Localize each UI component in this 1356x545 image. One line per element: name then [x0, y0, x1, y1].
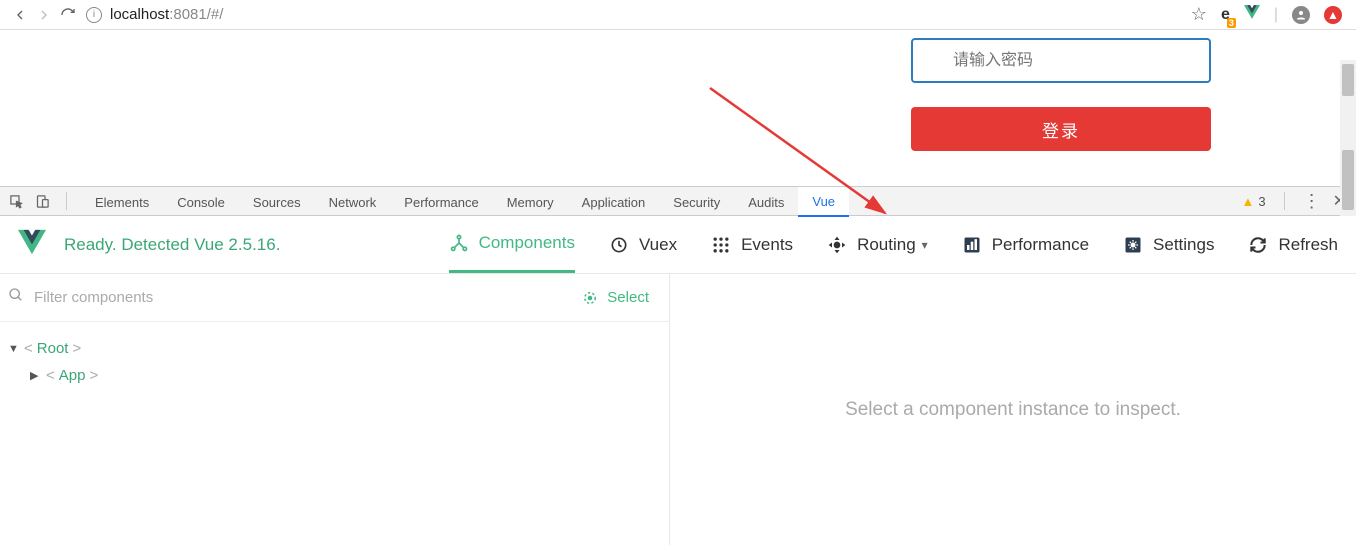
tab-components[interactable]: Components [449, 216, 575, 273]
tree-node-app[interactable]: ▶ <App> [30, 367, 661, 384]
select-component-button[interactable]: Select [581, 289, 661, 307]
address-bar[interactable]: i localhost:8081/#/ [86, 6, 1191, 23]
performance-icon [962, 235, 982, 255]
login-form: 登录 [911, 38, 1211, 151]
profile-avatar-icon[interactable] [1292, 6, 1310, 24]
tree-node-root[interactable]: ▼ <Root> [8, 340, 661, 357]
tab-events[interactable]: Events [711, 216, 793, 273]
tab-routing[interactable]: Routing ▾ [827, 216, 928, 273]
routing-icon [827, 235, 847, 255]
inspector-placeholder: Select a component instance to inspect. [845, 399, 1181, 421]
page-scrollbar[interactable] [1340, 60, 1356, 216]
devtools-more-icon[interactable]: ⋮ [1303, 191, 1321, 212]
bookmark-icon[interactable]: ☆ [1191, 4, 1207, 25]
devtools-tab-vue[interactable]: Vue [798, 187, 849, 217]
component-tree: ▼ <Root> ▶ <App> [0, 322, 669, 412]
url-hash: /#/ [207, 6, 224, 23]
devtools-tab-sources[interactable]: Sources [239, 187, 315, 217]
devtools-tab-network[interactable]: Network [315, 187, 391, 217]
inspect-element-icon[interactable] [8, 193, 24, 209]
disclosure-triangle-icon[interactable]: ▶ [30, 369, 42, 382]
browser-toolbar: i localhost:8081/#/ ☆ e 3 | ▲ [0, 0, 1356, 30]
vuex-icon [609, 235, 629, 255]
devtools-tab-memory[interactable]: Memory [493, 187, 568, 217]
chevron-down-icon: ▾ [922, 238, 928, 252]
login-button[interactable]: 登录 [911, 107, 1211, 151]
disclosure-triangle-icon[interactable]: ▼ [8, 343, 20, 355]
devtools-tabstrip: ElementsConsoleSourcesNetworkPerformance… [0, 186, 1356, 216]
site-info-icon[interactable]: i [86, 7, 102, 23]
devtools-tab-performance[interactable]: Performance [390, 187, 492, 217]
warnings-badge[interactable]: ▲3 [1241, 194, 1265, 209]
tab-vuex[interactable]: Vuex [609, 216, 677, 273]
refresh-icon [1248, 235, 1268, 255]
inspector-panel: Select a component instance to inspect. [670, 274, 1356, 545]
events-icon [711, 235, 731, 255]
vue-logo-icon [18, 228, 46, 261]
device-toolbar-icon[interactable] [34, 193, 50, 209]
devtools-tab-console[interactable]: Console [163, 187, 239, 217]
toolbar-divider: | [1274, 6, 1278, 24]
forward-button[interactable] [32, 3, 56, 27]
search-icon [8, 287, 24, 308]
toolbar-right: ☆ e 3 | ▲ [1191, 4, 1348, 25]
update-icon[interactable]: ▲ [1324, 6, 1342, 24]
vue-devtools-header: Ready. Detected Vue 2.5.16. Components V… [0, 216, 1356, 274]
vue-status-text: Ready. Detected Vue 2.5.16. [64, 235, 280, 255]
components-icon [449, 233, 469, 253]
vue-devtools-body: Select ▼ <Root> ▶ <App> Select a compone… [0, 274, 1356, 545]
page-content: 登录 [0, 30, 1356, 186]
devtools-tab-security[interactable]: Security [659, 187, 734, 217]
vue-extension-icon[interactable] [1244, 4, 1260, 25]
devtools-tab-audits[interactable]: Audits [734, 187, 798, 217]
reload-button[interactable] [56, 3, 80, 27]
refresh-button[interactable]: Refresh [1248, 216, 1338, 273]
url-port: :8081 [169, 6, 207, 23]
tab-performance[interactable]: Performance [962, 216, 1089, 273]
settings-icon [1123, 235, 1143, 255]
password-input[interactable] [911, 38, 1211, 83]
back-button[interactable] [8, 3, 32, 27]
url-host: localhost [110, 6, 169, 23]
filter-components-input[interactable] [34, 289, 581, 306]
target-icon [581, 289, 599, 307]
tab-settings[interactable]: Settings [1123, 216, 1214, 273]
components-panel: Select ▼ <Root> ▶ <App> [0, 274, 670, 545]
devtools-tab-application[interactable]: Application [568, 187, 660, 217]
extension-e-icon[interactable]: e 3 [1221, 6, 1230, 24]
devtools-tab-elements[interactable]: Elements [81, 187, 163, 217]
